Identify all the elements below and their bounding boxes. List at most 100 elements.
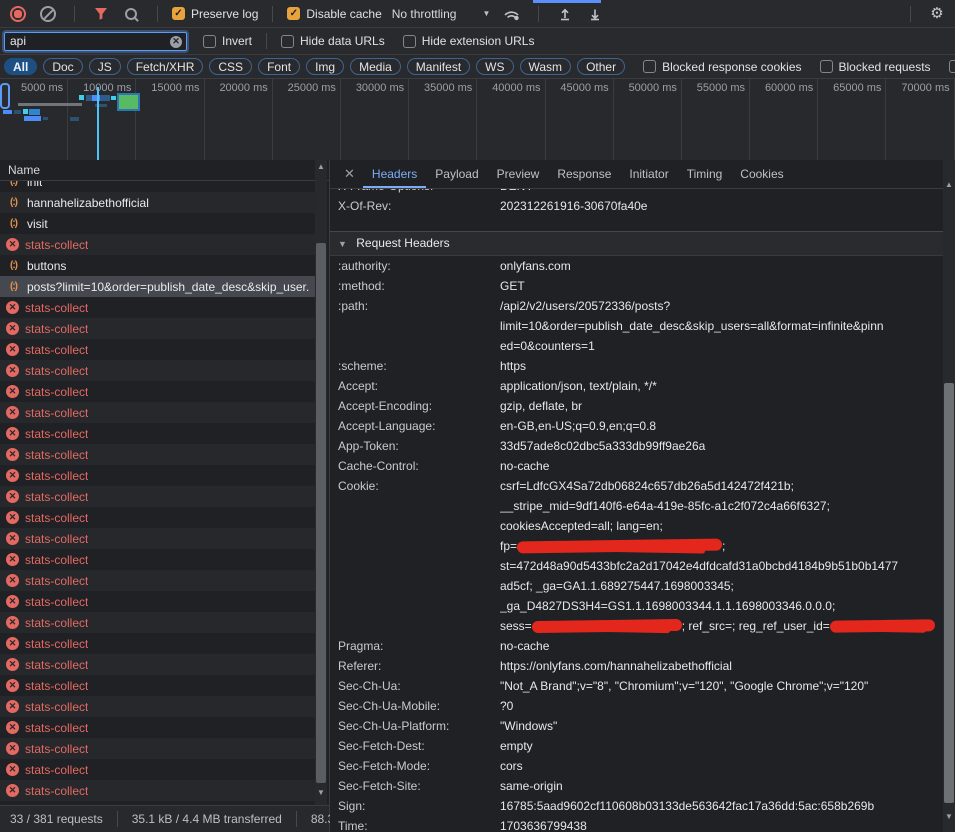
request-row-stats-collect[interactable]: ✕stats-collect — [0, 528, 315, 549]
timeline-brush-handle[interactable] — [0, 83, 10, 109]
clear-button[interactable] — [36, 3, 60, 25]
request-row-stats-collect[interactable]: ✕stats-collect — [0, 780, 315, 801]
request-headers-section[interactable]: ▼ Request Headers — [330, 231, 945, 256]
request-row-stats-collect[interactable]: ✕stats-collect — [0, 675, 315, 696]
timeline-overview[interactable]: 5000 ms10000 ms15000 ms20000 ms25000 ms3… — [0, 79, 955, 161]
right-scrollbar-thumb[interactable] — [944, 383, 954, 803]
scroll-up-icon[interactable]: ▲ — [315, 160, 327, 173]
settings-button[interactable]: ⚙ — [925, 3, 949, 25]
preserve-log-checkbox[interactable]: Preserve log — [172, 7, 258, 21]
request-row-stats-collect[interactable]: ✕stats-collect — [0, 507, 315, 528]
header-row-x-of-rev: X-Of-Rev:202312261916-30670fa40e — [330, 196, 945, 216]
tab-preview[interactable]: Preview — [488, 160, 549, 188]
export-har-button[interactable] — [583, 3, 607, 25]
network-conditions-button[interactable] — [500, 3, 524, 25]
type-filter-wasm[interactable]: Wasm — [520, 58, 572, 75]
search-button[interactable] — [119, 3, 143, 25]
request-row-stats-collect[interactable]: ✕stats-collect — [0, 549, 315, 570]
type-filter-js[interactable]: JS — [89, 58, 121, 75]
tab-timing[interactable]: Timing — [678, 160, 732, 188]
timeline-tick: 70000 ms — [886, 79, 954, 160]
import-har-button[interactable] — [553, 3, 577, 25]
scroll-up-icon[interactable]: ▲ — [943, 178, 955, 191]
checkbox-blocked-requests[interactable]: Blocked requests — [820, 60, 931, 74]
request-row-stats-collect[interactable]: ✕stats-collect — [0, 297, 315, 318]
header-value-line: 1703636799438 — [500, 816, 931, 832]
throttling-select[interactable]: No throttling ▼ — [388, 7, 495, 21]
header-row-path: :path:/api2/v2/users/20572336/posts?limi… — [330, 296, 945, 356]
request-row-stats-collect[interactable]: ✕stats-collect — [0, 591, 315, 612]
request-row-hannahelizabethofficial[interactable]: (:)hannahelizabethofficial — [0, 192, 315, 213]
throttling-value: No throttling — [392, 7, 457, 21]
left-scrollbar-thumb[interactable] — [316, 243, 326, 783]
type-filter-ws[interactable]: WS — [476, 58, 513, 75]
request-row-stats-collect[interactable]: ✕stats-collect — [0, 339, 315, 360]
type-filter-manifest[interactable]: Manifest — [407, 58, 470, 75]
request-row-stats-collect[interactable]: ✕stats-collect — [0, 570, 315, 591]
filter-input[interactable] — [4, 32, 187, 51]
right-scrollbar[interactable]: ▲ ▼ — [943, 160, 955, 832]
type-filter-font[interactable]: Font — [258, 58, 300, 75]
error-icon: ✕ — [6, 364, 19, 377]
request-row-stats-collect[interactable]: ✕stats-collect — [0, 759, 315, 780]
scroll-down-icon[interactable]: ▼ — [943, 810, 955, 823]
error-icon: ✕ — [6, 322, 19, 335]
request-row-stats-collect[interactable]: ✕stats-collect — [0, 360, 315, 381]
request-row-stats-collect[interactable]: ✕stats-collect — [0, 633, 315, 654]
header-name: Accept-Language: — [338, 416, 500, 436]
tab-initiator[interactable]: Initiator — [620, 160, 677, 188]
type-filter-all[interactable]: All — [4, 58, 37, 75]
request-row-stats-collect[interactable]: ✕stats-collect — [0, 381, 315, 402]
request-row-stats-collect[interactable]: ✕stats-collect — [0, 402, 315, 423]
hide-extension-urls-checkbox[interactable]: Hide extension URLs — [403, 34, 535, 48]
request-row-stats-collect[interactable]: ✕stats-collect — [0, 318, 315, 339]
timeline-tick: 15000 ms — [136, 79, 204, 160]
request-row-stats-collect[interactable]: ✕stats-collect — [0, 717, 315, 738]
request-row-stats-collect[interactable]: ✕stats-collect — [0, 444, 315, 465]
request-row-stats-collect[interactable]: ✕stats-collect — [0, 465, 315, 486]
header-value: cors — [500, 756, 945, 776]
request-row-stats-collect[interactable]: ✕stats-collect — [0, 696, 315, 717]
header-row-scheme: :scheme:https — [330, 356, 945, 376]
clear-filter-icon[interactable]: ✕ — [170, 36, 182, 48]
header-value: https://onlyfans.com/hannahelizabethoffi… — [500, 656, 945, 676]
request-label: stats-collect — [25, 532, 88, 546]
name-column-header[interactable]: Name — [0, 160, 329, 181]
request-list-panel: Name (:)init(:)hannahelizabethofficial(:… — [0, 160, 330, 805]
tab-headers[interactable]: Headers — [363, 160, 426, 188]
invert-checkbox[interactable]: Invert — [203, 34, 252, 48]
close-icon[interactable]: ✕ — [336, 166, 363, 182]
checkbox-blocked-response-cookies[interactable]: Blocked response cookies — [643, 60, 801, 74]
header-row-method: :method:GET — [330, 276, 945, 296]
error-icon: ✕ — [6, 595, 19, 608]
left-scrollbar[interactable]: ▲ ▼ — [315, 160, 327, 805]
request-row-stats-collect[interactable]: ✕stats-collect — [0, 423, 315, 444]
request-row-stats-collect[interactable]: ✕stats-collect — [0, 234, 315, 255]
type-filter-css[interactable]: CSS — [209, 58, 252, 75]
request-row-stats-collect[interactable]: ✕stats-collect — [0, 486, 315, 507]
type-filter-media[interactable]: Media — [350, 58, 401, 75]
request-row-stats-collect[interactable]: ✕stats-collect — [0, 654, 315, 675]
type-filter-fetch-xhr[interactable]: Fetch/XHR — [127, 58, 204, 75]
request-row-visit[interactable]: (:)visit — [0, 213, 315, 234]
tab-cookies[interactable]: Cookies — [731, 160, 792, 188]
waterfall-bar — [14, 110, 21, 114]
record-button[interactable] — [6, 3, 30, 25]
filter-toggle-button[interactable] — [89, 3, 113, 25]
request-row-stats-collect[interactable]: ✕stats-collect — [0, 612, 315, 633]
tab-payload[interactable]: Payload — [426, 160, 487, 188]
checkbox-3rd-party-requests[interactable]: 3rd-party requests — [949, 60, 955, 74]
type-filter-img[interactable]: Img — [306, 58, 344, 75]
request-row-init[interactable]: (:)init — [0, 181, 315, 192]
type-filter-doc[interactable]: Doc — [43, 58, 82, 75]
request-row-buttons[interactable]: (:)buttons — [0, 255, 315, 276]
scroll-down-icon[interactable]: ▼ — [315, 786, 327, 799]
tab-response[interactable]: Response — [548, 160, 620, 188]
request-row-posts-limit-10-order-publish-d[interactable]: (:)posts?limit=10&order=publish_date_des… — [0, 276, 315, 297]
type-filter-other[interactable]: Other — [577, 58, 625, 75]
disable-cache-checkbox[interactable]: Disable cache — [287, 7, 381, 21]
header-value: no-cache — [500, 636, 945, 656]
request-row-stats-collect[interactable]: ✕stats-collect — [0, 738, 315, 759]
header-value-line: fp=; — [500, 536, 935, 556]
hide-data-urls-checkbox[interactable]: Hide data URLs — [281, 34, 385, 48]
